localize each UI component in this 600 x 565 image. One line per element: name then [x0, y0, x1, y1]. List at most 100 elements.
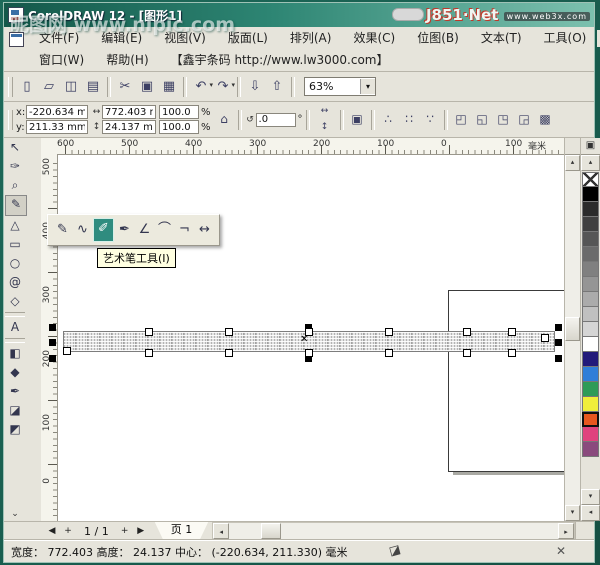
selection-handle[interactable]: [555, 355, 562, 362]
palette-scroll-down[interactable]: ▾: [581, 489, 600, 505]
menu-item[interactable]: 窗口(W): [28, 50, 95, 71]
delete-nodes-button[interactable]: ∵: [420, 109, 441, 130]
paste-button[interactable]: ▦: [158, 76, 180, 97]
title-bar[interactable]: CorelDRAW 12 - [图形1] 昵图网 www.nipic.com J…: [4, 3, 594, 36]
redo-button[interactable]: ↷ ▾: [212, 75, 235, 97]
palette-swatch[interactable]: [582, 412, 599, 427]
palette-swatch[interactable]: [582, 202, 599, 217]
to-front-button[interactable]: ◰: [451, 109, 472, 130]
interactive-connector-tool[interactable]: ¬: [175, 219, 194, 241]
selection-handle[interactable]: [49, 339, 56, 346]
import-button[interactable]: ⇩: [244, 76, 266, 97]
node-handle[interactable]: [508, 349, 516, 357]
print-button[interactable]: ▤: [82, 76, 104, 97]
palette-swatch[interactable]: [582, 367, 599, 382]
toolbox-scroll-down-icon[interactable]: ⌄: [5, 509, 25, 521]
mirror-horizontal-button[interactable]: ↔: [315, 104, 335, 119]
selection-handle[interactable]: [555, 339, 562, 346]
copy-button[interactable]: ▣: [136, 76, 158, 97]
three-point-curve-tool[interactable]: ⌒: [155, 219, 174, 241]
node-handle[interactable]: [63, 347, 71, 355]
menu-item[interactable]: 文本(T): [470, 28, 533, 49]
menu-item[interactable]: 帮助(H): [95, 50, 159, 71]
palette-swatch[interactable]: [582, 292, 599, 307]
document-window-icon[interactable]: [9, 32, 24, 47]
rectangle-tool[interactable]: ▭: [5, 235, 25, 254]
menu-item[interactable]: 工具(O): [533, 28, 598, 49]
interactive-fill-tool[interactable]: ◩: [5, 420, 25, 439]
menu-item[interactable]: 视图(V): [153, 28, 217, 49]
palette-swatch[interactable]: [582, 307, 599, 322]
group-button[interactable]: ▩: [535, 109, 556, 130]
node-handle[interactable]: [385, 328, 393, 336]
text-tool[interactable]: A: [5, 318, 25, 337]
object-width-field[interactable]: [102, 105, 156, 119]
selection-handle[interactable]: [555, 324, 562, 331]
chevron-down-icon[interactable]: ▾: [231, 75, 235, 96]
palette-swatch[interactable]: [582, 382, 599, 397]
bezier-tool[interactable]: ∿: [73, 219, 92, 241]
vertical-scroll-track[interactable]: [565, 171, 580, 505]
menu-item[interactable]: 文件(F): [28, 28, 90, 49]
toolbar-grip[interactable]: [8, 109, 13, 130]
palette-swatch[interactable]: [582, 322, 599, 337]
node-handle[interactable]: [225, 349, 233, 357]
palette-swatch[interactable]: [582, 262, 599, 277]
scale-vertical-field[interactable]: [159, 120, 199, 134]
palette-scroll-up[interactable]: ▴: [581, 155, 600, 171]
reduce-nodes-button[interactable]: ∷: [399, 109, 420, 130]
pick-tool[interactable]: ↖: [5, 138, 25, 157]
menu-item[interactable]: 效果(C): [342, 28, 406, 49]
ellipse-tool[interactable]: ○: [5, 254, 25, 273]
mirror-vertical-button[interactable]: ↕: [315, 120, 335, 135]
chevron-down-icon[interactable]: ▾: [360, 79, 375, 94]
menu-item[interactable]: 【鑫宇条码 http://www.lw3000.com】: [160, 50, 400, 71]
node-handle[interactable]: [541, 334, 549, 342]
to-back-button[interactable]: ◱: [472, 109, 493, 130]
shape-tool[interactable]: ✑: [5, 157, 25, 176]
palette-swatch[interactable]: [582, 277, 599, 292]
lock-ratio-button[interactable]: ⌂: [214, 109, 235, 130]
open-button[interactable]: ▱: [38, 76, 60, 97]
x-position-field[interactable]: [26, 105, 88, 119]
add-page-after-button[interactable]: +: [117, 523, 133, 540]
cut-button[interactable]: ✂: [114, 76, 136, 97]
horizontal-scroll-track[interactable]: [229, 523, 558, 539]
eyedropper-tool[interactable]: ◆: [5, 363, 25, 382]
page-border[interactable]: [448, 290, 564, 472]
node-handle[interactable]: [225, 328, 233, 336]
node-handle[interactable]: [145, 328, 153, 336]
node-handle[interactable]: [508, 328, 516, 336]
save-button[interactable]: ◫: [60, 76, 82, 97]
last-page-button[interactable]: ▶: [133, 523, 149, 540]
node-handle[interactable]: [463, 349, 471, 357]
vertical-ruler[interactable]: 5004003002001000100: [41, 154, 58, 521]
combine-button[interactable]: ▣: [347, 109, 368, 130]
palette-swatch[interactable]: [582, 397, 599, 412]
smart-drawing-tool[interactable]: △: [5, 216, 25, 235]
pen-tool[interactable]: ✒: [115, 219, 134, 241]
toolbar-grip[interactable]: [8, 76, 13, 97]
palette-expand[interactable]: ◂: [581, 505, 600, 521]
undo-button[interactable]: ↶ ▾: [190, 76, 213, 97]
menu-item[interactable]: 编辑(E): [90, 28, 153, 49]
node-handle[interactable]: [305, 349, 313, 357]
zoom-tool[interactable]: ⌕: [5, 176, 25, 195]
add-page-before-button[interactable]: +: [60, 523, 76, 540]
palette-swatch[interactable]: [582, 172, 599, 187]
interactive-blend-tool[interactable]: ◧: [5, 344, 25, 363]
first-page-button[interactable]: ◀: [44, 523, 60, 540]
selection-handle[interactable]: [49, 324, 56, 331]
menu-item[interactable]: 版面(L): [217, 28, 279, 49]
vertical-scroll-thumb[interactable]: [565, 317, 580, 341]
y-position-field[interactable]: [26, 120, 88, 134]
fill-tool[interactable]: ◪: [5, 401, 25, 420]
horizontal-ruler[interactable]: 毫米 600 500 400 300 200 100 0 100: [41, 138, 564, 155]
palette-swatch[interactable]: [582, 337, 599, 352]
scroll-left-button[interactable]: ◂: [213, 523, 230, 539]
scroll-down-button[interactable]: ▾: [565, 505, 580, 521]
export-button[interactable]: ⇧: [266, 76, 288, 97]
zoom-level-combo[interactable]: 63% ▾: [304, 77, 376, 96]
dimension-tool[interactable]: ↔: [195, 219, 214, 241]
vertical-scrollbar[interactable]: ▴ ▾: [564, 138, 580, 521]
